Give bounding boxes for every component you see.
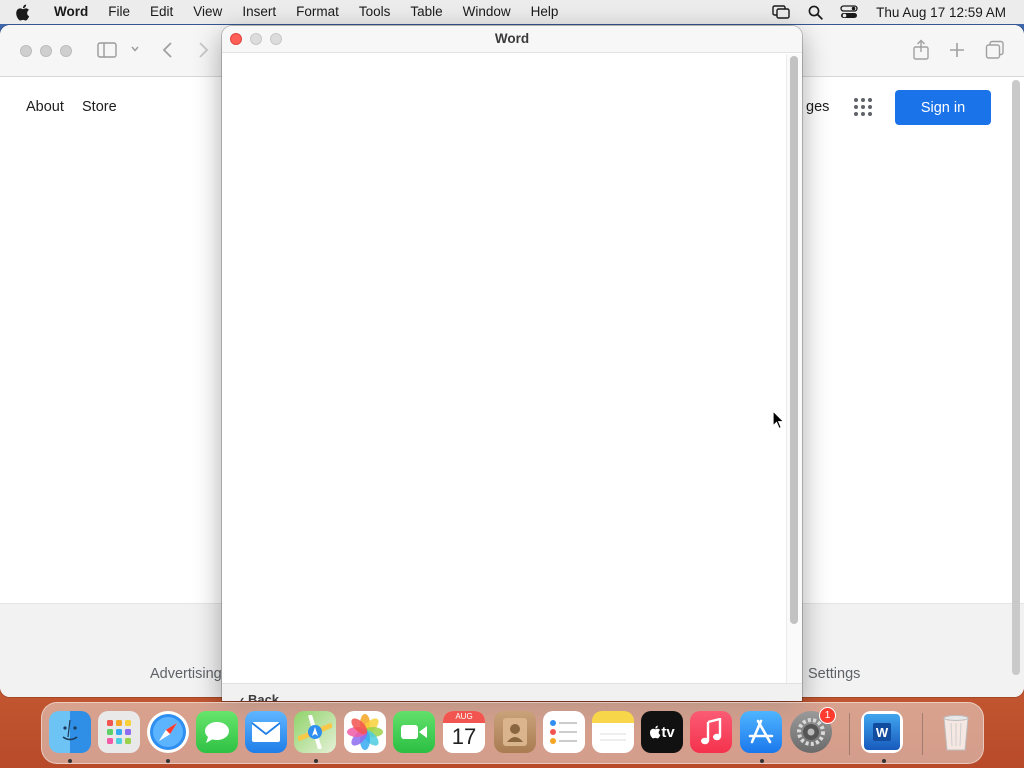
- browser-minimize-button[interactable]: [40, 45, 52, 57]
- notes-icon[interactable]: [592, 711, 634, 753]
- apple-menu-icon[interactable]: [0, 4, 44, 21]
- nav-link-store[interactable]: Store: [82, 99, 117, 115]
- menu-bar: Word File Edit View Insert Format Tools …: [0, 0, 1024, 24]
- forward-arrow-icon[interactable]: [196, 41, 210, 59]
- menu-window[interactable]: Window: [453, 0, 521, 24]
- back-button[interactable]: ‹ Back: [240, 692, 279, 701]
- nav-link-about[interactable]: About: [26, 99, 64, 115]
- calendar-day: 17: [451, 724, 477, 749]
- facetime-icon[interactable]: [393, 711, 435, 753]
- menu-edit[interactable]: Edit: [140, 0, 183, 24]
- share-icon[interactable]: [912, 39, 930, 61]
- word-bottom-bar: ‹ Back: [222, 683, 802, 701]
- dock-separator-trash: [922, 713, 923, 755]
- menu-help[interactable]: Help: [521, 0, 569, 24]
- safari-icon[interactable]: [147, 711, 189, 753]
- apps-grid-icon[interactable]: [853, 97, 873, 117]
- mouse-pointer-icon: [772, 409, 786, 435]
- word-window-title: Word: [494, 31, 530, 46]
- apple-tv-icon[interactable]: tv: [641, 711, 683, 753]
- safari-running-indicator: [166, 759, 170, 763]
- menu-tools[interactable]: Tools: [349, 0, 401, 24]
- microsoft-word-icon[interactable]: W: [861, 711, 903, 753]
- menu-file[interactable]: File: [98, 0, 140, 24]
- reminders-icon[interactable]: [543, 711, 585, 753]
- word-titlebar[interactable]: Word: [222, 26, 802, 53]
- notification-badge: 1: [819, 707, 836, 724]
- spotlight-search-icon[interactable]: [798, 5, 832, 20]
- maps-icon[interactable]: [294, 711, 336, 753]
- word-icon-letter: W: [873, 723, 891, 741]
- browser-zoom-button[interactable]: [60, 45, 72, 57]
- launchpad-icon[interactable]: [98, 711, 140, 753]
- control-center-icon[interactable]: [832, 5, 866, 19]
- back-button-label: Back: [247, 692, 280, 701]
- apple-tv-label: tv: [661, 723, 675, 741]
- app-store-running-indicator: [760, 759, 764, 763]
- menu-app-name[interactable]: Word: [44, 0, 98, 24]
- browser-close-button[interactable]: [20, 45, 32, 57]
- mail-icon[interactable]: [245, 711, 287, 753]
- maps-running-indicator: [314, 759, 318, 763]
- music-icon[interactable]: [690, 711, 732, 753]
- menu-format[interactable]: Format: [286, 0, 349, 24]
- word-scrollbar-thumb[interactable]: [790, 56, 798, 624]
- calendar-month: AUG: [443, 711, 485, 723]
- photos-icon[interactable]: [344, 711, 386, 753]
- tab-overview-icon[interactable]: [985, 40, 1005, 60]
- nav-link-images-partial[interactable]: ges: [806, 99, 829, 115]
- calendar-icon[interactable]: AUG 17: [443, 711, 485, 753]
- word-running-indicator: [882, 759, 886, 763]
- menubar-clock[interactable]: Thu Aug 17 12:59 AM: [866, 5, 1024, 20]
- back-arrow-icon[interactable]: [161, 41, 175, 59]
- dock: AUG 17 tv 1 W: [41, 702, 984, 764]
- menu-table[interactable]: Table: [400, 0, 452, 24]
- footer-link-settings[interactable]: Settings: [808, 666, 860, 682]
- word-window: Word ‹ Back: [222, 26, 802, 701]
- finder-icon[interactable]: [49, 711, 91, 753]
- new-tab-icon[interactable]: [948, 41, 966, 59]
- menu-view[interactable]: View: [183, 0, 232, 24]
- app-store-icon[interactable]: [740, 711, 782, 753]
- finder-running-indicator: [68, 759, 72, 763]
- browser-scrollbar[interactable]: [1012, 80, 1020, 675]
- menu-insert[interactable]: Insert: [232, 0, 286, 24]
- footer-link-advertising[interactable]: Advertising: [150, 666, 222, 682]
- sidebar-toggle-icon[interactable]: [97, 41, 119, 59]
- contacts-icon[interactable]: [494, 711, 536, 753]
- messages-icon[interactable]: [196, 711, 238, 753]
- sign-in-button[interactable]: Sign in: [895, 90, 991, 125]
- chevron-down-icon[interactable]: [130, 44, 140, 54]
- dock-separator: [849, 713, 850, 755]
- trash-icon[interactable]: [935, 711, 977, 753]
- screen-mirroring-icon[interactable]: [764, 5, 798, 19]
